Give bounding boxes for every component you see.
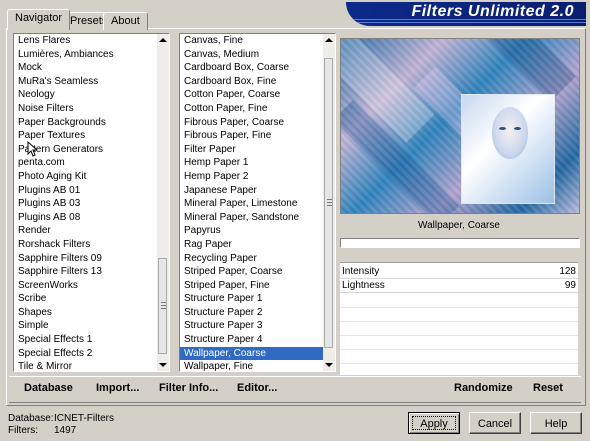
list-item[interactable]: Rorshack Filters <box>14 238 169 252</box>
list-item[interactable]: Wallpaper, Coarse <box>180 346 335 361</box>
param-intensity[interactable]: Intensity 128 <box>340 265 578 279</box>
list-item[interactable]: Paper Textures <box>14 129 169 143</box>
list-item[interactable]: Scribe <box>14 292 169 306</box>
list-item[interactable]: Fibrous Paper, Fine <box>180 129 335 143</box>
list-item[interactable]: Cardboard Box, Coarse <box>180 61 335 75</box>
tab-about[interactable]: About <box>103 12 148 30</box>
preview-portrait <box>461 94 555 204</box>
filter-info-button[interactable]: Filter Info... <box>159 382 218 394</box>
list-item[interactable]: Canvas, Fine <box>180 34 335 48</box>
list-item[interactable]: Neology <box>14 88 169 102</box>
list-item[interactable]: Render <box>14 224 169 238</box>
list-item[interactable]: Pattern Generators <box>14 143 169 157</box>
list-item[interactable]: Tile & Mirror <box>14 360 169 371</box>
list-item[interactable]: Canvas, Medium <box>180 48 335 62</box>
param-value: 128 <box>559 266 576 277</box>
list-item[interactable]: Fibrous Paper, Coarse <box>180 116 335 130</box>
list-item[interactable]: ScreenWorks <box>14 279 169 293</box>
arrow-cursor-icon <box>27 141 37 157</box>
list-item[interactable]: Mineral Paper, Sandstone <box>180 211 335 225</box>
list-item[interactable]: Special Effects 1 <box>14 333 169 347</box>
tab-navigator[interactable]: Navigator <box>7 9 71 30</box>
list-item[interactable]: MuRa's Seamless <box>14 75 169 89</box>
list-item[interactable]: Shapes <box>14 306 169 320</box>
list-item[interactable]: Rag Paper <box>180 238 335 252</box>
list-item[interactable]: Striped Paper, Fine <box>180 279 335 293</box>
scroll-up-icon[interactable] <box>325 38 333 42</box>
list-item[interactable]: Hemp Paper 1 <box>180 156 335 170</box>
progress-bar <box>340 238 580 248</box>
list-item[interactable]: Structure Paper 3 <box>180 319 335 333</box>
list-item[interactable]: Sapphire Filters 13 <box>14 265 169 279</box>
list-item[interactable]: Structure Paper 1 <box>180 292 335 306</box>
list-item[interactable]: Photo Aging Kit <box>14 170 169 184</box>
database-label: Database: <box>8 413 54 424</box>
list-item[interactable]: Plugins AB 01 <box>14 184 169 198</box>
list-item[interactable]: Cotton Paper, Fine <box>180 102 335 116</box>
list-item[interactable]: Striped Paper, Coarse <box>180 265 335 279</box>
list-item[interactable]: Cotton Paper, Coarse <box>180 88 335 102</box>
database-value: ICNET-Filters <box>54 413 114 424</box>
scroll-up-icon[interactable] <box>159 38 167 42</box>
list-item[interactable]: Papyrus <box>180 224 335 238</box>
reset-button[interactable]: Reset <box>533 382 563 394</box>
list-item[interactable]: Noise Filters <box>14 102 169 116</box>
list-item[interactable]: Mineral Paper, Limestone <box>180 197 335 211</box>
list-item[interactable]: Lens Flares <box>14 34 169 48</box>
category-list[interactable]: Lens Flares Lumières, Ambiances Mock MuRa's… <box>13 33 170 372</box>
param-value: 99 <box>564 280 576 291</box>
scroll-down-icon[interactable] <box>159 363 167 367</box>
list-item[interactable]: Plugins AB 03 <box>14 197 169 211</box>
preview-image <box>340 38 580 214</box>
scroll-down-icon[interactable] <box>325 363 333 367</box>
preview-caption: Wallpaper, Coarse <box>418 220 500 231</box>
list-item[interactable]: Wallpaper, Fine <box>180 360 335 371</box>
apply-button[interactable]: Apply <box>408 412 460 434</box>
randomize-button[interactable]: Randomize <box>454 382 513 394</box>
filters-label: Filters: <box>8 425 38 436</box>
help-button[interactable]: Help <box>530 412 582 434</box>
editor-button[interactable]: Editor... <box>237 382 277 394</box>
parameter-panel: Intensity 128 Lightness 99 <box>340 262 578 375</box>
list-item[interactable]: Plugins AB 08 <box>14 211 169 225</box>
list-item[interactable]: Hemp Paper 2 <box>180 170 335 184</box>
param-name: Intensity <box>342 266 380 277</box>
list-item[interactable]: Recycling Paper <box>180 252 335 266</box>
list-item[interactable]: Japanese Paper <box>180 184 335 198</box>
filters-value: 1497 <box>54 425 77 436</box>
import-button[interactable]: Import... <box>96 382 139 394</box>
filter-list[interactable]: Canvas, Fine Canvas, Medium Cardboard Box,… <box>179 33 336 372</box>
list-item[interactable]: Structure Paper 2 <box>180 306 335 320</box>
param-name: Lightness <box>342 280 385 291</box>
title-banner: Filters Unlimited 2.0 <box>346 2 586 26</box>
list-item[interactable]: Cardboard Box, Fine <box>180 75 335 89</box>
list-item[interactable]: Sapphire Filters 09 <box>14 252 169 266</box>
app-title: Filters Unlimited 2.0 <box>411 3 574 20</box>
list-item[interactable]: penta.com <box>14 156 169 170</box>
list-item[interactable]: Paper Backgrounds <box>14 116 169 130</box>
cancel-button[interactable]: Cancel <box>469 412 521 434</box>
list-item[interactable]: Structure Paper 4 <box>180 333 335 347</box>
list-item[interactable]: Mock <box>14 61 169 75</box>
list-item[interactable]: Simple <box>14 319 169 333</box>
filter-scrollbar[interactable] <box>323 34 335 371</box>
list-item[interactable]: Lumières, Ambiances <box>14 48 169 62</box>
filter-scroll-thumb[interactable] <box>324 58 333 348</box>
category-scroll-thumb[interactable] <box>158 258 167 354</box>
database-button[interactable]: Database <box>24 382 73 394</box>
list-item[interactable]: Filter Paper <box>180 143 335 157</box>
param-lightness[interactable]: Lightness 99 <box>340 279 578 293</box>
category-scrollbar[interactable] <box>157 34 169 371</box>
list-item[interactable]: Special Effects 2 <box>14 347 169 361</box>
